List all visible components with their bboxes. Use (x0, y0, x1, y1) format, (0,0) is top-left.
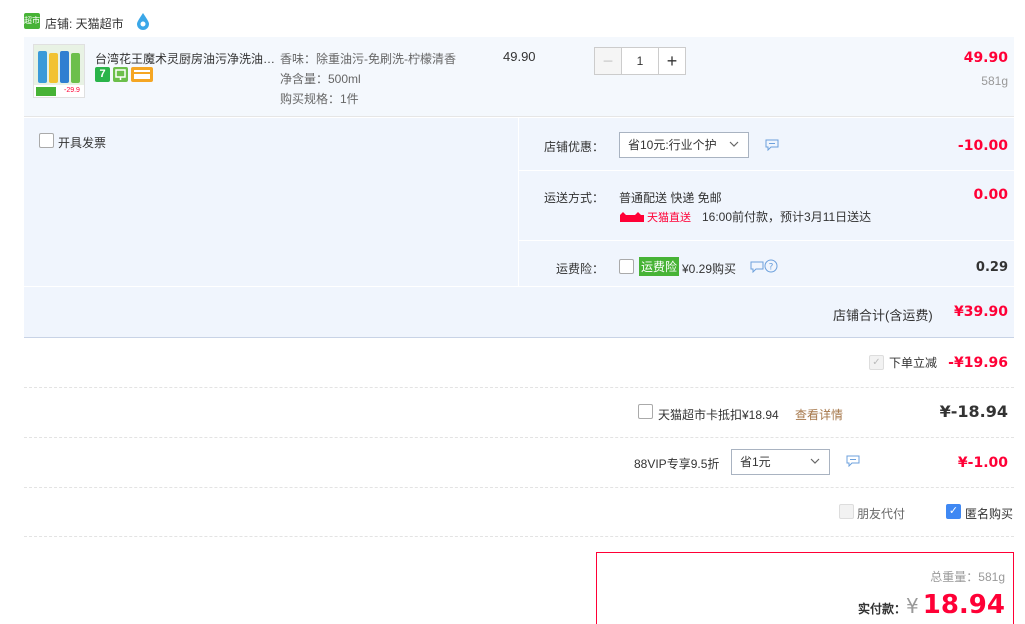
shop-total-label: 店铺合计(含运费) (833, 308, 933, 323)
credit-card-icon (131, 67, 153, 82)
insurance-price: ¥0.29购买 (682, 262, 737, 276)
shipping-method: 普通配送 快递 免邮 (619, 191, 722, 205)
anonymous-checkbox[interactable]: ✓ (946, 504, 961, 519)
insurance-label: 运费险： (556, 262, 605, 276)
shipping-eta: 16:00前付款，预计3月11日送达 (702, 210, 872, 224)
help-icon[interactable]: ? (764, 259, 778, 273)
sku-scent: 香味：除重油污-免刷洗-柠檬清香 (280, 52, 456, 66)
divider (24, 487, 1014, 488)
card-deduct-link[interactable]: 查看详情 (795, 406, 843, 423)
invoice-checkbox[interactable] (39, 133, 54, 148)
insurance-checkbox[interactable] (619, 259, 634, 274)
card-deduct-checkbox[interactable] (638, 404, 653, 419)
discount-label: 店铺优惠： (544, 140, 605, 154)
water-drop-icon[interactable] (135, 12, 151, 30)
divider (24, 387, 1014, 388)
invoice-label: 开具发票 (58, 136, 107, 150)
insurance-amount: 0.29 (975, 260, 1008, 275)
instant-discount-checkbox: ✓ (869, 355, 884, 370)
currency-symbol: ¥ (906, 594, 919, 618)
seven-day-return-icon: 7 (95, 67, 110, 82)
divider (519, 240, 1014, 241)
svg-text:?: ? (769, 263, 774, 273)
shop-name[interactable]: 店铺: 天猫超市 (45, 15, 124, 32)
increase-button[interactable]: + (658, 47, 686, 75)
vip-select[interactable]: 省1元 (731, 449, 830, 475)
anonymous-label: 匿名购买 (965, 507, 1014, 521)
message-icon[interactable] (765, 139, 779, 151)
item-total: 49.90 (963, 50, 1008, 66)
decrease-button[interactable]: − (594, 47, 622, 75)
vip-amount: ¥-1.00 (957, 455, 1008, 471)
discount-amount: -10.00 (957, 138, 1008, 154)
card-deduct-amount: ¥-18.94 (939, 402, 1008, 421)
instant-discount-amount: -¥19.96 (948, 355, 1008, 371)
item-weight: 581g (981, 74, 1008, 88)
divider (24, 437, 1014, 438)
product-image[interactable]: -29.9 (33, 44, 85, 98)
vip-label: 88VIP专享9.5折 (634, 457, 720, 471)
total-weight: 总重量：581g (930, 570, 1005, 584)
quantity-input[interactable]: 1 (622, 47, 658, 75)
sku-volume: 净含量：500ml (280, 72, 361, 86)
product-title[interactable]: 台湾花王魔术灵厨房油污净洗油… (95, 50, 275, 67)
divider (24, 286, 1014, 287)
divider (24, 536, 1014, 537)
insurance-tag: 运费险 (639, 257, 680, 276)
card-deduct-label: 天猫超市卡抵扣¥18.94 (658, 408, 779, 422)
actual-payment-amount: 18.94 (922, 590, 1005, 620)
discount-select-value: 省10元:行业个护 (628, 138, 717, 152)
actual-payment-label: 实付款： (858, 602, 907, 616)
vip-select-value: 省1元 (740, 455, 771, 469)
actual-payment: 实付款： ¥ 18.94 (858, 590, 1005, 620)
instant-discount-label: 下单立减 (889, 356, 938, 370)
sku-spec: 购买规格：1件 (280, 92, 359, 106)
friend-pay-checkbox[interactable] (839, 504, 854, 519)
discount-select[interactable]: 省10元:行业个护 (619, 132, 749, 158)
message-icon[interactable] (846, 455, 860, 467)
tmall-cat-icon (620, 212, 644, 222)
shipping-label: 运送方式： (544, 191, 605, 205)
image-price-tag: -29.9 (64, 87, 80, 94)
shop-total-amount: ¥39.90 (953, 304, 1008, 320)
chevron-down-icon (810, 458, 820, 464)
unit-price: 49.90 (503, 49, 536, 64)
message-icon[interactable] (750, 261, 764, 273)
quantity-stepper: − 1 + (594, 47, 686, 75)
divider (519, 170, 1014, 171)
shop-type-icon: 超市 (24, 13, 40, 29)
chevron-down-icon (729, 141, 739, 147)
friend-pay-label: 朋友代付 (857, 507, 906, 521)
quality-guarantee-icon (113, 67, 128, 82)
shipping-amount: 0.00 (973, 187, 1008, 203)
tmall-direct-tag: 天猫直送 (620, 209, 691, 225)
divider (518, 118, 519, 286)
